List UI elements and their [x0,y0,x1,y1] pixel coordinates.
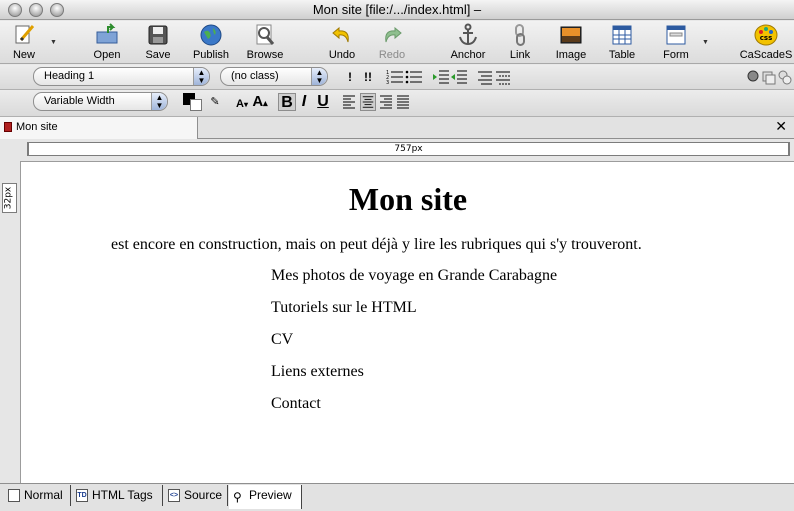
tab-html-tags[interactable]: TD HTML Tags [72,485,163,506]
remove-styles-icon[interactable]: ✎ [208,93,222,111]
intro-paragraph[interactable]: est encore en construction, mais on peut… [111,235,642,255]
redo-button[interactable]: Redo [364,23,420,63]
title-bar: Mon site [file:/.../index.html] – [0,0,794,20]
width-ruler: 757px [27,142,790,156]
underline-button[interactable]: U [315,93,331,111]
form-dropdown-arrow[interactable]: ▼ [702,39,709,46]
outdent-icon[interactable] [450,68,468,86]
document-tab-strip: Mon site ✕ [0,117,794,139]
background-color-swatch[interactable] [190,99,202,111]
close-window-button[interactable] [8,3,22,17]
page-heading[interactable]: Mon site [21,180,794,218]
definition-description-icon[interactable] [495,68,511,86]
document-tab[interactable]: Mon site [0,117,198,139]
edit-mode-bar: Normal TD HTML Tags <> Source ⚲ Preview [0,483,794,511]
browse-icon [256,24,275,45]
new-dropdown-arrow[interactable]: ▼ [50,39,57,46]
list-item[interactable]: Mes photos de voyage en Grande Carabagne [271,266,557,298]
main-toolbar: New ▼ Open Save Publish Browse Undo Redo… [0,21,794,64]
bullet-list-icon[interactable] [405,68,423,86]
select-arrows-icon: ▲ ▼ [151,93,167,110]
td-icon: TD [76,489,88,502]
new-icon [15,25,35,44]
select-arrows-icon: ▲ ▼ [311,68,327,85]
align-center-icon[interactable] [360,93,376,111]
vertical-ruler: 32px [0,161,20,483]
tab-normal[interactable]: Normal [4,485,71,506]
publish-icon [200,24,222,46]
tab-preview[interactable]: ⚲ Preview [229,485,302,509]
link-icon [515,24,525,46]
close-tab-icon[interactable]: ✕ [775,118,787,135]
open-icon [96,23,118,44]
larger-font-button[interactable]: A▴ [250,93,270,111]
format-toolbar-1: Heading 1 ▲ ▼ (no class) ▲ ▼ ! !! 1 2 3 [0,65,794,90]
format-toolbar-2: Variable Width ▲ ▼ ✎ A▾ A▴ B I U [0,90,794,117]
window-title: Mon site [file:/.../index.html] – [312,2,482,17]
svg-text:css: css [760,34,772,42]
align-justify-icon[interactable] [396,93,410,111]
emphasis-button[interactable]: ! [344,68,356,86]
bold-button[interactable]: B [278,93,296,111]
new-button[interactable]: New [0,23,52,63]
section-list: Mes photos de voyage en Grande Carabagne… [271,266,557,426]
class-select[interactable]: (no class) ▲ ▼ [220,67,328,86]
source-icon: <> [168,489,180,502]
table-button[interactable]: Table [594,23,650,63]
save-button[interactable]: Save [130,23,186,63]
link-button[interactable]: Link [492,23,548,63]
form-icon [666,25,686,45]
redo-icon [385,26,402,43]
undo-button[interactable]: Undo [314,23,370,63]
list-item[interactable]: Liens externes [271,362,557,394]
image-icon [560,26,582,44]
undo-icon [332,26,349,43]
strong-emphasis-button[interactable]: !! [360,68,376,86]
numbered-list-icon[interactable]: 1 2 3 [386,68,404,86]
height-marker: 32px [2,183,17,213]
indent-icon[interactable] [432,68,450,86]
open-button[interactable]: Open [79,23,135,63]
smaller-font-button[interactable]: A▾ [234,95,250,113]
form-button[interactable]: Form [648,23,704,63]
horizontal-ruler-area: 757px [0,139,794,161]
editor-content[interactable]: Mon site est encore en construction, mai… [20,161,794,483]
table-icon [612,25,632,45]
font-select[interactable]: Variable Width ▲ ▼ [33,92,168,111]
tab-source[interactable]: <> Source [164,485,228,506]
italic-button[interactable]: I [297,93,311,111]
layer-position-icons[interactable] [746,68,792,86]
document-icon [4,122,12,132]
anchor-button[interactable]: Anchor [440,23,496,63]
zoom-window-button[interactable] [50,3,64,17]
list-item[interactable]: Tutoriels sur le HTML [271,298,557,330]
magnifier-icon: ⚲ [233,490,242,504]
window-controls [8,3,64,17]
image-button[interactable]: Image [543,23,599,63]
align-right-icon[interactable] [379,93,393,111]
paragraph-style-select[interactable]: Heading 1 ▲ ▼ [33,67,210,86]
svg-text:3: 3 [386,80,389,86]
align-left-icon[interactable] [342,93,356,111]
page-icon [8,489,20,502]
minimize-window-button[interactable] [29,3,43,17]
cascades-icon: css [754,24,778,46]
publish-button[interactable]: Publish [183,23,239,63]
anchor-icon [459,23,477,46]
list-item[interactable]: CV [271,330,557,362]
save-icon [148,25,168,45]
cascades-button[interactable]: css CaScadeS [738,23,794,63]
select-arrows-icon: ▲ ▼ [193,68,209,85]
definition-term-icon[interactable] [477,68,493,86]
list-item[interactable]: Contact [271,394,557,426]
browse-button[interactable]: Browse [237,23,293,63]
